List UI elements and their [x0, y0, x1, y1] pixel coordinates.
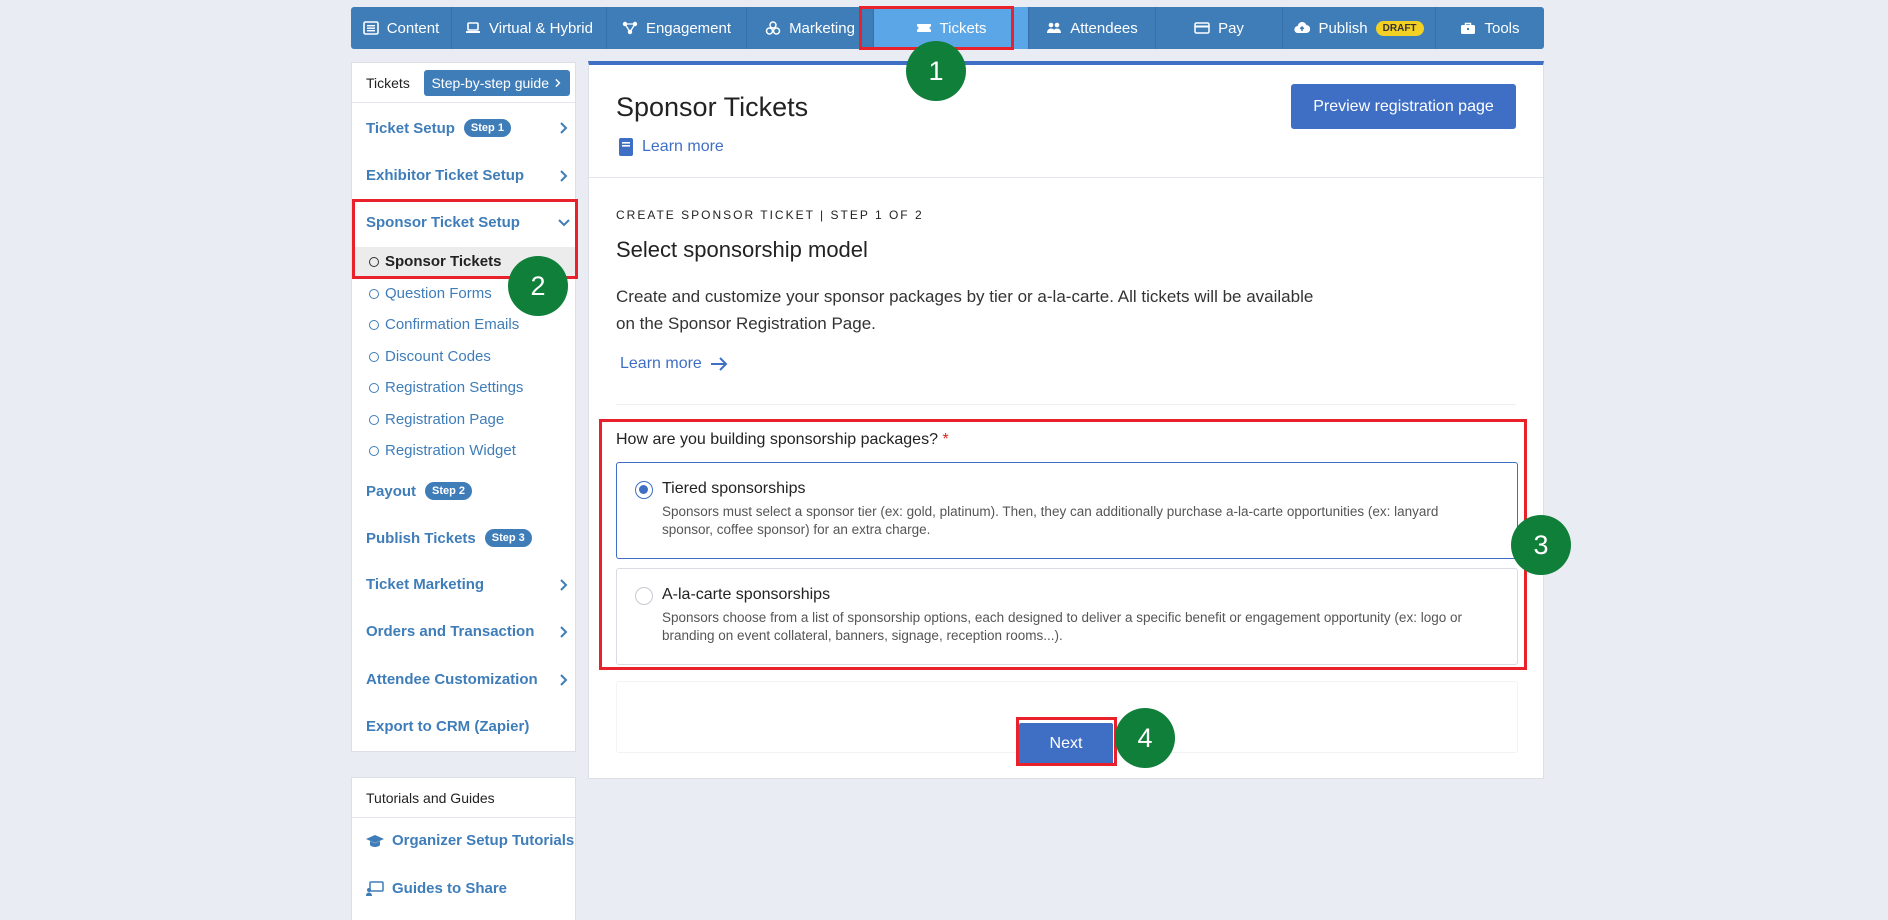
sidebar-item-export-to-crm[interactable]: Export to CRM (Zapier) [366, 718, 571, 735]
section-title: Select sponsorship model [616, 237, 868, 262]
sidebar-item-ticket-marketing[interactable]: Ticket Marketing [366, 576, 571, 593]
step-badge: Step 2 [425, 482, 473, 500]
guides-to-share-link[interactable]: Guides to Share [366, 880, 507, 897]
briefcase-icon [1460, 20, 1476, 36]
users-icon [1046, 20, 1062, 36]
tutorial-item-label: Guides to Share [392, 880, 508, 897]
preview-registration-page-button[interactable]: Preview registration page [1291, 84, 1516, 129]
sidebar-item-ticket-setup[interactable]: Ticket Setup Step 1 [366, 119, 571, 137]
learn-more-top-label: Learn more [642, 138, 724, 155]
sidebar: Tickets Step-by-step guide Ticket Setup S… [351, 62, 576, 752]
network-icon [622, 20, 638, 36]
megaphone-icon [765, 20, 781, 36]
sidebar-item-label: Ticket Setup [366, 119, 455, 137]
learn-more-link[interactable]: Learn more [620, 355, 728, 373]
header-divider [589, 177, 1543, 178]
sidebar-item-label: Exhibitor Ticket Setup [366, 167, 525, 184]
step-eyebrow: CREATE SPONSOR TICKET | STEP 1 OF 2 [616, 208, 924, 222]
learn-more-label: Learn more [620, 355, 702, 372]
tab-marketing-label: Marketing [789, 19, 855, 37]
sidebar-item-publish-tickets[interactable]: Publish Tickets Step 3 [366, 529, 571, 547]
circle-icon [369, 382, 379, 393]
arrow-right-icon [710, 357, 728, 371]
sidebar-header: Tickets Step-by-step guide [352, 63, 575, 103]
tab-publish[interactable]: Publish DRAFT [1283, 7, 1436, 49]
step-badge: Step 1 [463, 119, 511, 137]
tab-attendees-label: Attendees [1070, 19, 1138, 37]
credit-card-icon [1194, 20, 1210, 36]
tab-attendees[interactable]: Attendees [1029, 7, 1156, 49]
chevron-right-icon [560, 578, 568, 591]
book-icon [619, 138, 633, 156]
chevron-right-icon [560, 169, 568, 182]
tutorials-panel: Tutorials and Guides Organizer Setup Tut… [351, 777, 576, 920]
organizer-setup-tutorials-link[interactable]: Organizer Setup Tutorials [366, 832, 574, 849]
sidebar-item-label: Attendee Customization [366, 671, 538, 688]
circle-icon [369, 288, 379, 299]
tab-engagement-label: Engagement [645, 19, 732, 37]
subitem-label: Registration Settings [385, 379, 524, 396]
section-divider [616, 404, 1516, 405]
tutorials-header: Tutorials and Guides [352, 778, 575, 818]
tab-pay[interactable]: Pay [1156, 7, 1283, 49]
tab-content-label: Content [386, 19, 440, 37]
circle-icon [369, 351, 379, 362]
chevron-right-icon [560, 673, 568, 686]
step-badge: Step 3 [484, 529, 532, 547]
highlight-sponsorship-options [599, 419, 1527, 670]
draft-badge: DRAFT [1375, 20, 1424, 36]
page-title: Sponsor Tickets [616, 92, 809, 122]
subitem-registration-settings[interactable]: Registration Settings [352, 373, 575, 402]
sidebar-item-orders-and-transaction[interactable]: Orders and Transaction [366, 623, 571, 640]
tab-tools[interactable]: Tools [1436, 7, 1544, 49]
circle-icon [369, 319, 379, 330]
sidebar-item-exhibitor-ticket-setup[interactable]: Exhibitor Ticket Setup [366, 167, 571, 184]
tab-pay-label: Pay [1218, 19, 1244, 37]
subitem-label: Discount Codes [385, 348, 491, 365]
chevron-right-icon [560, 122, 568, 134]
learn-more-link-top[interactable]: Learn more [619, 138, 724, 156]
tab-publish-label: Publish [1318, 19, 1368, 37]
sidebar-item-attendee-customization[interactable]: Attendee Customization [366, 671, 571, 688]
tab-content[interactable]: Content [351, 7, 452, 49]
sidebar-item-label: Payout [366, 482, 417, 500]
callout-badge-3: 3 [1511, 515, 1571, 575]
sidebar-item-payout[interactable]: Payout Step 2 [366, 482, 571, 500]
chevron-right-icon [555, 78, 561, 87]
chevron-right-icon [560, 625, 568, 638]
callout-badge-2: 2 [508, 256, 568, 316]
subitem-label: Registration Widget [385, 442, 516, 459]
subitem-discount-codes[interactable]: Discount Codes [352, 342, 575, 371]
subitem-registration-page[interactable]: Registration Page [352, 405, 575, 434]
sidebar-title: Tickets [366, 74, 410, 91]
sidebar-item-label: Ticket Marketing [366, 576, 485, 593]
circle-icon [369, 445, 379, 456]
highlight-next-button [1016, 717, 1117, 766]
graduation-cap-icon [366, 834, 384, 847]
sidebar-item-label: Export to CRM (Zapier) [366, 718, 530, 735]
step-by-step-guide-button[interactable]: Step-by-step guide [424, 69, 570, 96]
sidebar-item-label: Publish Tickets [366, 529, 476, 547]
subitem-label: Confirmation Emails [385, 316, 520, 333]
tab-virtual-hybrid[interactable]: Virtual & Hybrid [452, 7, 607, 49]
tab-marketing[interactable]: Marketing [747, 7, 874, 49]
section-description: Create and customize your sponsor packag… [616, 287, 1314, 333]
guide-button-label: Step-by-step guide [431, 74, 549, 91]
tab-tools-label: Tools [1484, 19, 1520, 37]
tutorial-item-label: Organizer Setup Tutorials [392, 832, 575, 849]
cloud-upload-icon [1294, 20, 1311, 36]
list-icon [362, 20, 379, 36]
subitem-registration-widget[interactable]: Registration Widget [352, 436, 575, 465]
callout-badge-4: 4 [1115, 708, 1175, 768]
subitem-label: Registration Page [385, 411, 505, 428]
callout-badge-1: 1 [906, 41, 966, 101]
laptop-icon [465, 20, 481, 36]
subitem-label: Question Forms [385, 285, 492, 302]
tab-virtual-hybrid-label: Virtual & Hybrid [489, 19, 593, 37]
presentation-icon [366, 880, 384, 896]
tab-engagement[interactable]: Engagement [607, 7, 747, 49]
circle-icon [369, 414, 379, 425]
sidebar-item-label: Orders and Transaction [366, 623, 535, 640]
